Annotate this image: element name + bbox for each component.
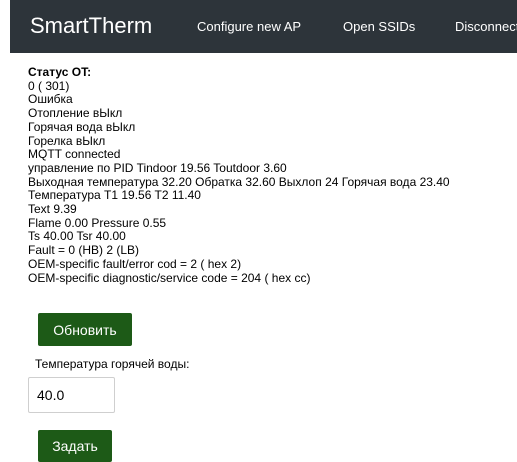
navbar: SmartTherm Configure new AP Open SSIDs D… (10, 0, 517, 53)
nav-link-disconnect[interactable]: Disconnect (455, 19, 517, 34)
set-button[interactable]: Задать (38, 430, 112, 462)
hot-water-temp-input[interactable] (28, 377, 115, 413)
status-line-code: 0 ( 301) (28, 78, 70, 93)
status-title: Статус OT: (28, 65, 92, 79)
status-line-oem-fault: OEM-specific fault/error cod = 2 ( hex 2… (28, 256, 242, 271)
nav-link-open-ssids[interactable]: Open SSIDs (343, 19, 415, 34)
status-line-burner: Горелка вЫкл (28, 133, 106, 148)
status-line-heating: Отопление вЫкл (28, 106, 123, 121)
status-line-flame-pressure: Flame 0.00 Pressure 0.55 (28, 215, 167, 230)
status-line-mqtt: MQTT connected (28, 147, 121, 162)
hot-water-temp-label: Температура горячей воды: (35, 357, 190, 371)
refresh-button[interactable]: Обновить (38, 313, 132, 346)
status-line-ts-tsr: Ts 40.00 Tsr 40.00 (28, 229, 126, 244)
status-line-oem-diagnostic: OEM-specific diagnostic/service code = 2… (28, 270, 311, 285)
status-line-hot-water: Горячая вода вЫкл (28, 119, 136, 134)
status-line-error: Ошибка (28, 92, 73, 107)
brand-link[interactable]: SmartTherm (30, 13, 152, 39)
nav-link-configure-ap[interactable]: Configure new AP (197, 19, 301, 34)
status-line-text: Text 9.39 (28, 202, 77, 217)
status-line-temperatures: Выходная температура 32.20 Обратка 32.60… (28, 174, 450, 189)
status-line-fault: Fault = 0 (HB) 2 (LB) (28, 243, 140, 258)
status-panel: Статус OT: 0 ( 301) Ошибка Отопление вЫк… (28, 65, 450, 285)
status-line-pid: управление по PID Tindoor 19.56 Toutdoor… (28, 160, 287, 175)
status-line-t1-t2: Температура T1 19.56 T2 11.40 (28, 188, 201, 203)
